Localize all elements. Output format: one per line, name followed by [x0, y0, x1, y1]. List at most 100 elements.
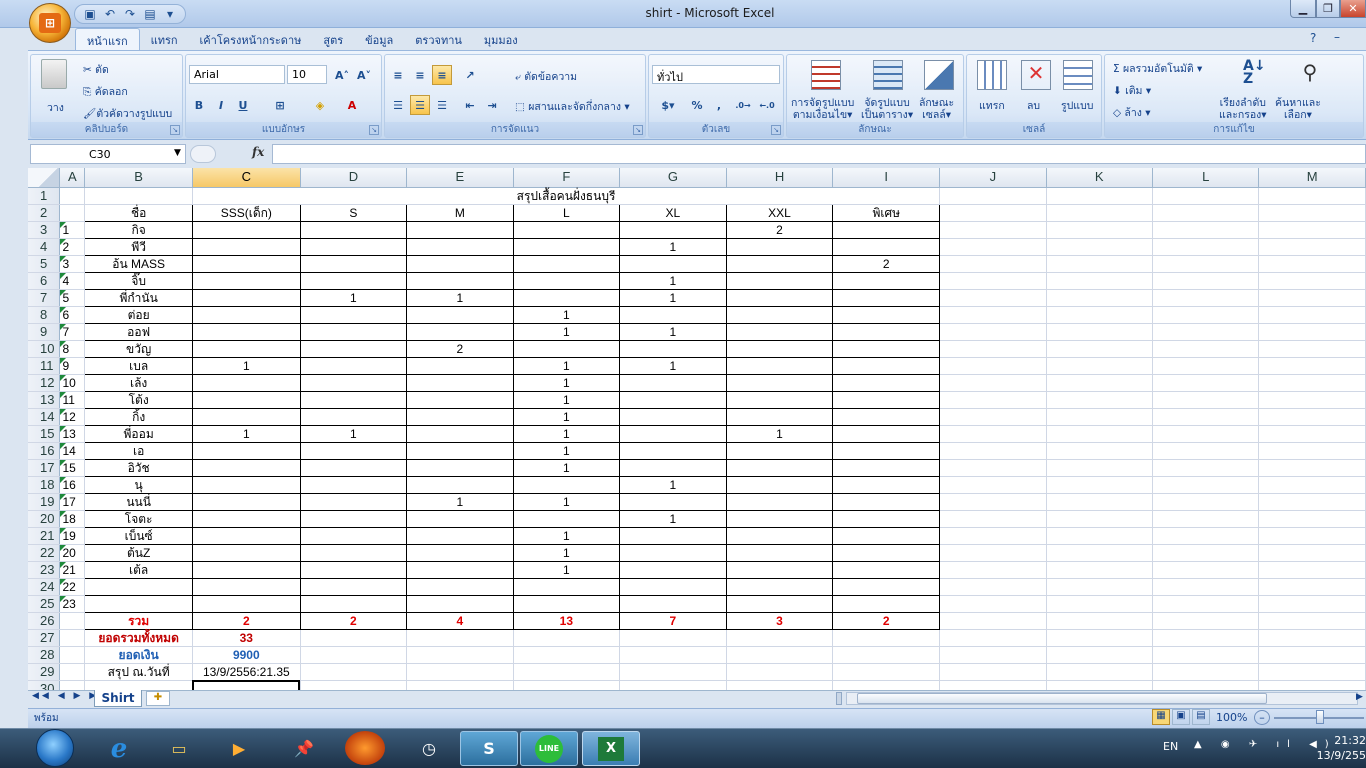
cell[interactable] — [939, 629, 1047, 647]
row-header[interactable]: 17 — [28, 459, 61, 477]
cell[interactable] — [1152, 476, 1260, 494]
person-name[interactable]: กิ้ง — [84, 407, 193, 426]
row-header[interactable]: 10 — [28, 340, 61, 358]
cell[interactable] — [1046, 306, 1153, 324]
customize-icon[interactable]: ▾ — [161, 6, 179, 22]
size-count[interactable] — [512, 509, 621, 528]
size-count[interactable] — [299, 322, 408, 341]
size-count[interactable]: 1 — [619, 509, 727, 528]
cell[interactable] — [1258, 425, 1366, 443]
dialog-launcher-icon[interactable]: ↘ — [369, 125, 379, 135]
money-value[interactable]: 9900 — [192, 646, 301, 664]
size-count[interactable] — [725, 543, 834, 562]
cell[interactable] — [1046, 646, 1153, 664]
size-count[interactable] — [725, 356, 834, 375]
cell[interactable] — [939, 646, 1047, 664]
grand-total-label[interactable]: ยอดรวมทั้งหมด — [84, 629, 193, 647]
size-count[interactable] — [406, 322, 514, 341]
size-count[interactable]: 1 — [619, 237, 727, 256]
format-painter-button[interactable]: 🖌ตัวคัดวางรูปแบบ — [83, 105, 172, 122]
person-name[interactable]: นนนี่ — [84, 492, 193, 511]
formula-input[interactable] — [272, 144, 1366, 164]
align-bottom-icon[interactable]: ≡ — [432, 65, 452, 85]
office-button[interactable]: ⊞ — [29, 3, 71, 43]
row-header[interactable]: 4 — [28, 238, 61, 256]
row-header[interactable]: 25 — [28, 595, 61, 613]
cell[interactable] — [1258, 306, 1366, 324]
row-number[interactable]: 18 — [59, 510, 86, 528]
size-count[interactable] — [832, 594, 941, 613]
row-number[interactable]: 23 — [59, 595, 86, 613]
zoom-level[interactable]: 100% — [1216, 711, 1247, 724]
column-header-i[interactable]: I — [832, 168, 941, 188]
cell[interactable] — [939, 408, 1047, 426]
size-count[interactable] — [619, 577, 727, 596]
name-box-dropdown-icon[interactable]: ▼ — [174, 148, 181, 158]
cell[interactable] — [1152, 408, 1260, 426]
summary-date-value[interactable]: 13/9/2556:21.35 — [192, 663, 301, 681]
size-count[interactable]: 2 — [406, 339, 514, 358]
cell[interactable] — [1046, 459, 1153, 477]
autosum-button[interactable]: Σ ผลรวมอัตโนมัติ ▾ — [1113, 60, 1202, 77]
format-cells-icon[interactable] — [1063, 60, 1093, 90]
size-count[interactable] — [299, 390, 408, 409]
cell[interactable] — [406, 663, 514, 681]
size-count[interactable] — [299, 356, 408, 375]
size-count[interactable]: 1 — [619, 356, 727, 375]
row-header[interactable]: 1 — [28, 187, 61, 205]
format-table-icon[interactable] — [873, 60, 903, 90]
dialog-launcher-icon[interactable]: ↘ — [170, 125, 180, 135]
cell[interactable] — [1152, 459, 1260, 477]
cell[interactable] — [513, 646, 621, 664]
cell[interactable] — [1258, 680, 1366, 690]
currency-icon[interactable]: $▾ — [652, 95, 684, 115]
cell[interactable] — [406, 680, 514, 690]
cell[interactable] — [1046, 663, 1153, 681]
person-name[interactable]: โจตะ — [84, 509, 193, 528]
cell[interactable] — [939, 510, 1047, 528]
row-number[interactable]: 7 — [59, 323, 86, 341]
size-count[interactable] — [299, 475, 408, 494]
cell[interactable] — [1046, 493, 1153, 511]
cell[interactable] — [1258, 476, 1366, 494]
clear-button[interactable]: ◇ ล้าง ▾ — [1113, 104, 1151, 121]
size-count[interactable] — [619, 526, 727, 545]
total-value[interactable]: 4 — [406, 611, 514, 630]
cell[interactable] — [1258, 527, 1366, 545]
size-count[interactable] — [619, 305, 727, 324]
cell[interactable] — [939, 306, 1047, 324]
size-count[interactable] — [191, 407, 301, 426]
row-number[interactable]: 14 — [59, 442, 86, 460]
selected-cell-c30[interactable] — [192, 680, 301, 690]
size-count[interactable]: 1 — [191, 424, 301, 443]
size-count[interactable] — [406, 237, 514, 256]
cell[interactable] — [1152, 612, 1260, 630]
cell[interactable] — [1152, 510, 1260, 528]
size-count[interactable] — [725, 577, 834, 596]
internet-explorer-icon[interactable]: e — [90, 731, 148, 766]
size-count[interactable] — [406, 254, 514, 273]
total-value[interactable]: 2 — [191, 611, 301, 630]
cell[interactable] — [1258, 629, 1366, 647]
cell[interactable] — [939, 323, 1047, 341]
size-count[interactable] — [406, 577, 514, 596]
cell[interactable] — [1152, 663, 1260, 681]
cell[interactable] — [1046, 289, 1153, 307]
column-header-k[interactable]: K — [1046, 168, 1153, 188]
row-header[interactable]: 24 — [28, 578, 61, 596]
cell[interactable] — [1152, 646, 1260, 664]
cell[interactable] — [1046, 323, 1153, 341]
header-size[interactable]: M — [406, 203, 514, 222]
scroll-thumb[interactable] — [857, 693, 1267, 704]
row-header[interactable]: 28 — [28, 646, 61, 664]
format-button[interactable]: รูปแบบ — [1061, 97, 1093, 114]
column-header-f[interactable]: F — [513, 168, 621, 188]
number-format-select[interactable]: ทั่วไป — [652, 65, 780, 84]
size-count[interactable]: 1 — [406, 288, 514, 307]
cell[interactable] — [1046, 187, 1153, 205]
cell[interactable] — [939, 442, 1047, 460]
row-number[interactable]: 1 — [59, 221, 86, 239]
person-name[interactable]: เอ — [84, 441, 193, 460]
cell[interactable] — [1258, 255, 1366, 273]
cell[interactable] — [300, 629, 408, 647]
